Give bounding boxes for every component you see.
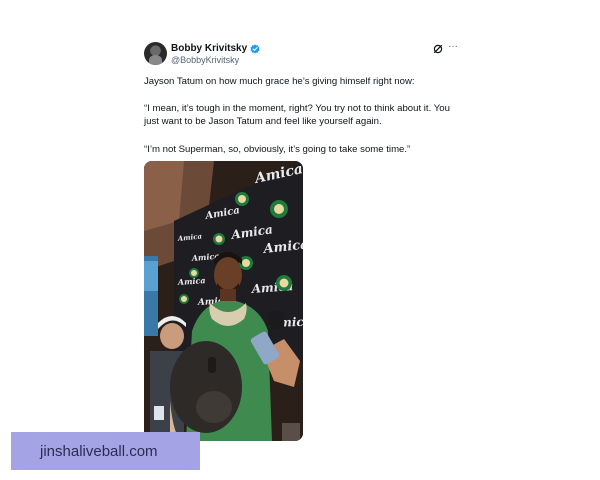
more-options-icon[interactable]: ···	[448, 41, 458, 52]
author-avatar[interactable]	[144, 42, 167, 65]
tweet-text-paragraph-3: “I’m not Superman, so, obviously, it’s g…	[144, 144, 411, 155]
author-name[interactable]: Bobby Krivitsky	[171, 43, 247, 54]
author-name-row: Bobby Krivitsky	[171, 43, 260, 54]
tweet-text-line: “I mean, it’s tough in the moment, right…	[144, 103, 450, 114]
tweet-text-paragraph-1: Jayson Tatum on how much grace he’s givi…	[144, 76, 415, 87]
tweet-card: Bobby Krivitsky @BobbyKrivitsky ··· Jays…	[144, 40, 462, 441]
tweet-text-line: just want to be Jason Tatum and feel lik…	[144, 116, 382, 127]
tweet-header: Bobby Krivitsky @BobbyKrivitsky ···	[144, 40, 462, 70]
watermark-text: jinshaliveball.com	[40, 442, 158, 460]
grok-icon[interactable]	[433, 44, 443, 54]
author-handle[interactable]: @BobbyKrivitsky	[171, 55, 239, 65]
verified-badge-icon	[250, 43, 260, 54]
watermark-banner: jinshaliveball.com	[11, 432, 200, 470]
video-frame-image: Amica Amica Amica Amica Amica Amica Amic…	[144, 161, 303, 441]
tweet-video-media[interactable]: Amica Amica Amica Amica Amica Amica Amic…	[144, 161, 303, 441]
tweet-text-paragraph-2: “I mean, it’s tough in the moment, right…	[144, 102, 462, 128]
